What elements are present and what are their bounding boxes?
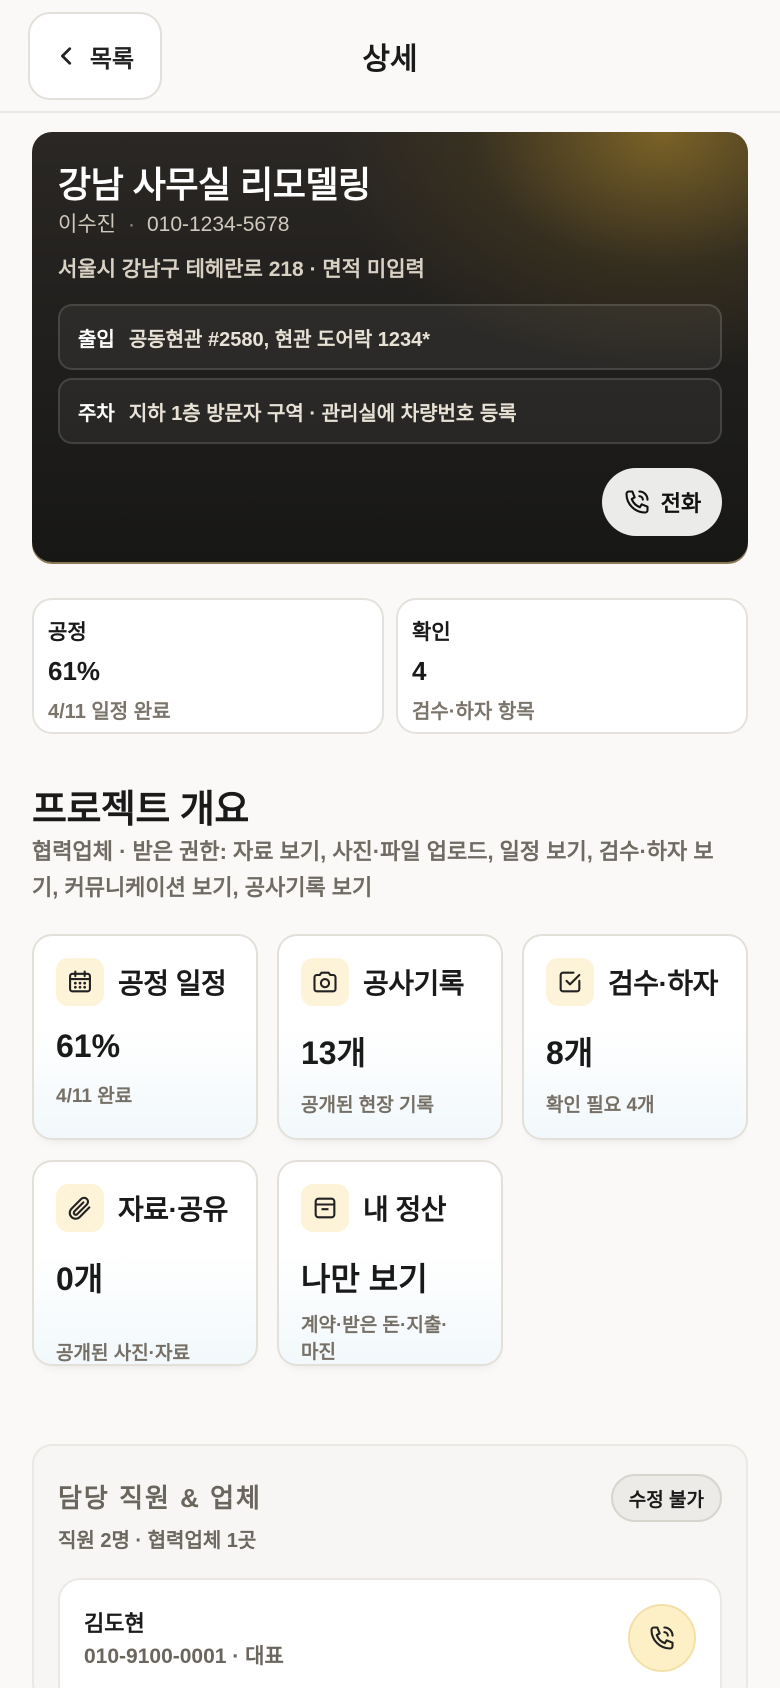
project-hero-card: 강남 사무실 리모델링 이수진 · 010-1234-5678 서울시 강남구 테헤… [32, 132, 748, 562]
tile-value: 61% [56, 1028, 121, 1064]
team-title: 담당 직원 & 업체 [58, 1483, 262, 1513]
overview-description: 협력업체 · 받은 권한: 자료 보기, 사진·파일 업로드, 일정 보기, 검… [32, 839, 714, 900]
check-square-icon [546, 958, 594, 1006]
tile-name: 공사기록 [363, 968, 465, 999]
tile-name: 자료·공유 [118, 1194, 228, 1225]
tile-value: 나만 보기 [301, 1261, 428, 1297]
client-contact: 이수진 · 010-1234-5678 [58, 208, 289, 238]
tile-settlement[interactable]: 내 정산 나만 보기 계약·받은 돈·지출·마진 [277, 1160, 503, 1366]
tile-construction-log[interactable]: 공사기록 13개 공개된 현장 기록 [277, 934, 503, 1140]
entry-label: 출입 [78, 328, 115, 351]
tile-name: 검수·하자 [608, 968, 718, 999]
stat-value: 61% [48, 656, 101, 686]
top-bar: 목록 상세 [0, 0, 780, 113]
tile-name: 공정 일정 [118, 968, 227, 999]
check-stat-card[interactable]: 확인 4 검수·하자 항목 [396, 598, 748, 734]
call-label: 전화 [660, 491, 702, 516]
parking-value: 지하 1층 방문자 구역 · 관리실에 차량번호 등록 [128, 402, 517, 425]
camera-icon [301, 958, 349, 1006]
parking-info-row: 주차 지하 1층 방문자 구역 · 관리실에 차량번호 등록 [58, 378, 722, 444]
stat-title: 확인 [412, 621, 451, 644]
project-address: 서울시 강남구 테헤란로 218 · 면적 미입력 [58, 258, 425, 281]
member-card[interactable]: 김도현 010-9100-0001 · 대표 [58, 1578, 722, 1688]
calendar-icon [56, 958, 104, 1006]
member-call-button[interactable] [628, 1604, 696, 1672]
parking-label: 주차 [78, 402, 115, 425]
project-title: 강남 사무실 리모델링 [58, 164, 371, 205]
overview-title: 프로젝트 개요 [32, 789, 249, 831]
team-summary: 직원 2명 · 협력업체 1곳 [58, 1530, 257, 1552]
tile-sub: 확인 필요 4개 [546, 1095, 655, 1116]
stat-sub: 4/11 일정 완료 [48, 701, 171, 723]
call-button[interactable]: 전화 [602, 468, 722, 536]
wallet-icon [301, 1184, 349, 1232]
progress-stat-card[interactable]: 공정 61% 4/11 일정 완료 [32, 598, 384, 734]
paperclip-icon [56, 1184, 104, 1232]
tile-sub: 4/11 완료 [56, 1086, 133, 1107]
client-name: 이수진 [58, 213, 116, 236]
tile-value: 0개 [56, 1261, 104, 1297]
client-phone[interactable]: 010-1234-5678 [147, 213, 289, 236]
team-section: 담당 직원 & 업체 직원 2명 · 협력업체 1곳 수정 불가 김도현 010… [32, 1444, 748, 1688]
tile-name: 내 정산 [363, 1194, 447, 1225]
tile-files[interactable]: 자료·공유 0개 공개된 사진·자료 [32, 1160, 258, 1366]
stat-sub: 검수·하자 항목 [412, 701, 535, 723]
phone-icon [625, 490, 649, 514]
entry-info-row: 출입 공동현관 #2580, 현관 도어락 1234* [58, 304, 722, 370]
tile-inspection[interactable]: 검수·하자 8개 확인 필요 4개 [522, 934, 748, 1140]
separator: · [127, 213, 135, 236]
tile-sub: 공개된 사진·자료 [56, 1343, 190, 1364]
stat-value: 4 [412, 656, 427, 686]
entry-value: 공동현관 #2580, 현관 도어락 1234* [128, 328, 431, 351]
tile-value: 13개 [301, 1035, 367, 1071]
tile-sub: 계약·받은 돈·지출·마진 [301, 1315, 448, 1363]
page-title: 상세 [362, 43, 418, 76]
tile-sub: 공개된 현장 기록 [301, 1095, 434, 1116]
member-detail: 010-9100-0001 · 대표 [84, 1645, 284, 1668]
phone-icon [650, 1626, 674, 1650]
tile-value: 8개 [546, 1035, 594, 1071]
read-only-badge: 수정 불가 [610, 1474, 722, 1522]
stat-title: 공정 [48, 621, 87, 644]
tile-schedule[interactable]: 공정 일정 61% 4/11 완료 [32, 934, 258, 1140]
member-name: 김도현 [84, 1611, 145, 1636]
